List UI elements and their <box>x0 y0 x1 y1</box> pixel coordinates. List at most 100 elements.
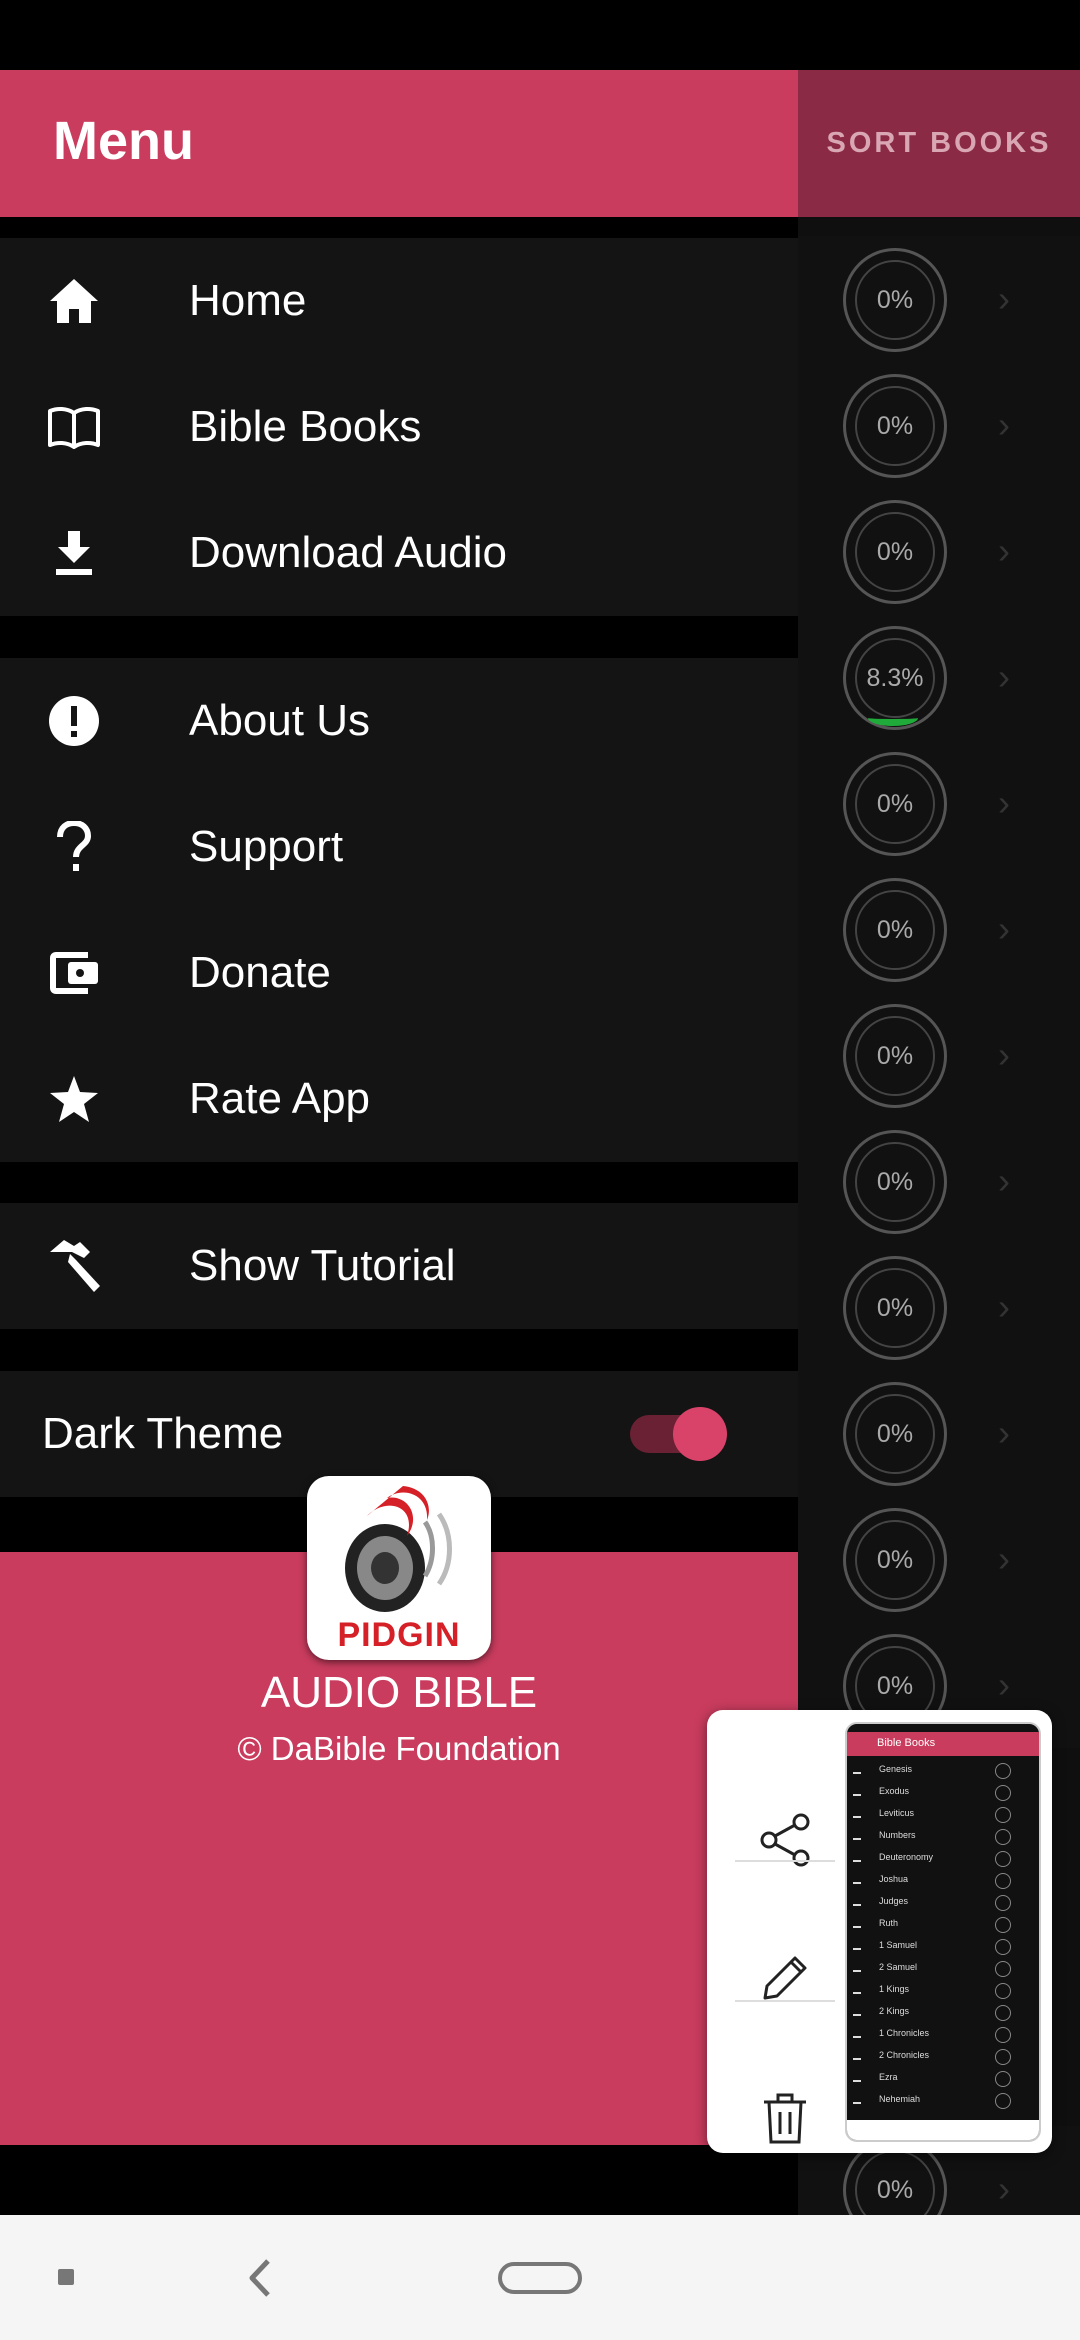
thumbnail-book-name: Numbers <box>879 1830 916 1840</box>
progress-ring: 0% <box>843 878 947 982</box>
share-button[interactable] <box>735 1792 835 1892</box>
logo-text: PIDGIN <box>337 1616 461 1654</box>
thumbnail-book-name: 2 Kings <box>879 2006 910 2016</box>
edit-button[interactable] <box>735 1930 835 2030</box>
menu-item-label: Bible Books <box>189 402 422 451</box>
thumbnail-row: 2 Samuel <box>847 1958 1039 1980</box>
thumbnail-row: Numbers <box>847 1826 1039 1848</box>
home-button[interactable] <box>498 2262 582 2294</box>
book-row[interactable]: 0% › <box>798 866 1080 992</box>
thumbnail-row: 2 Kings <box>847 2002 1039 2024</box>
progress-label: 0% <box>855 386 935 466</box>
divider <box>735 1860 835 1862</box>
menu-group-tutorial: Show Tutorial <box>0 1203 798 1329</box>
back-icon <box>249 2259 270 2297</box>
progress-label: 0% <box>855 890 935 970</box>
chevron-right-icon: › <box>998 1034 1010 1075</box>
book-row[interactable]: 0% › <box>798 1370 1080 1496</box>
menu-item-donate[interactable]: Donate <box>0 910 798 1036</box>
book-row[interactable]: 0% › <box>798 740 1080 866</box>
progress-label: 0% <box>855 1142 935 1222</box>
book-open-icon <box>44 397 104 457</box>
progress-ring: 0% <box>843 1256 947 1360</box>
delete-button[interactable] <box>735 2070 835 2170</box>
menu-item-label: Rate App <box>189 1074 371 1123</box>
menu-item-download-audio[interactable]: Download Audio <box>0 490 798 616</box>
menu-item-bible-books[interactable]: Bible Books <box>0 364 798 490</box>
thumbnail-book-name: Ezra <box>879 2072 898 2082</box>
menu-item-about-us[interactable]: About Us <box>0 658 798 784</box>
menu-item-label: Home <box>189 276 307 325</box>
menu-item-support[interactable]: Support <box>0 784 798 910</box>
chevron-right-icon: › <box>998 908 1010 949</box>
progress-label: 0% <box>855 1016 935 1096</box>
progress-arc <box>868 710 918 726</box>
home-icon <box>44 271 104 331</box>
thumbnail-row: Nehemiah <box>847 2090 1039 2112</box>
chevron-right-icon: › <box>998 2168 1010 2209</box>
thumbnail-app-bar: Bible Books <box>847 1732 1039 1756</box>
book-row[interactable]: 0% › <box>798 1244 1080 1370</box>
download-icon <box>44 523 104 583</box>
recents-button[interactable] <box>58 2269 74 2285</box>
menu-item-label: About Us <box>189 696 370 745</box>
screenshot-thumbnail[interactable]: Bible Books Genesis Exodus Leviticus Num… <box>845 1722 1041 2142</box>
thumbnail-book-name: Joshua <box>879 1874 909 1884</box>
menu-item-rate-app[interactable]: Rate App <box>0 1036 798 1162</box>
thumbnail-row: 1 Kings <box>847 1980 1039 2002</box>
chevron-right-icon: › <box>998 1538 1010 1579</box>
progress-label: 0% <box>855 260 935 340</box>
progress-label: 0% <box>855 1520 935 1600</box>
thumbnail-row: Leviticus <box>847 1804 1039 1826</box>
book-row[interactable]: 0% › <box>798 992 1080 1118</box>
chevron-right-icon: › <box>998 530 1010 571</box>
thumbnail-row: Exodus <box>847 1782 1039 1804</box>
thumbnail-book-name: 2 Samuel <box>879 1962 918 1972</box>
book-row[interactable]: 0% › <box>798 236 1080 362</box>
menu-item-home[interactable]: Home <box>0 238 798 364</box>
book-row[interactable]: 0% › <box>798 488 1080 614</box>
menu-group-main: Home Bible Books Download Audio <box>0 238 798 616</box>
thumbnail-book-name: Ruth <box>879 1918 899 1928</box>
dark-theme-label: Dark Theme <box>42 1409 284 1458</box>
menu-title: Menu <box>53 111 194 171</box>
menu-item-label: Support <box>189 822 344 871</box>
chevron-right-icon: › <box>998 278 1010 319</box>
book-row[interactable]: 8.3% › <box>798 614 1080 740</box>
thumbnail-book-name: Deuteronomy <box>879 1852 934 1862</box>
progress-ring: 0% <box>843 374 947 478</box>
thumbnail-book-name: 1 Chronicles <box>879 2028 930 2038</box>
dark-theme-toggle-knob[interactable] <box>673 1407 727 1461</box>
thumbnail-book-name: Nehemiah <box>879 2094 921 2104</box>
progress-label: 0% <box>855 512 935 592</box>
menu-item-label: Download Audio <box>189 528 508 577</box>
question-icon <box>44 817 104 877</box>
menu-group-info: About Us Support Donate Rate App <box>0 658 798 1162</box>
progress-ring: 0% <box>843 1004 947 1108</box>
thumbnail-row: Deuteronomy <box>847 1848 1039 1870</box>
progress-label: 8.3% <box>855 638 935 718</box>
progress-ring: 0% <box>843 1130 947 1234</box>
progress-label: 0% <box>855 1268 935 1348</box>
sort-books-button[interactable]: SORT BOOKS <box>798 70 1080 217</box>
chevron-right-icon: › <box>998 1286 1010 1327</box>
thumbnail-book-name: Exodus <box>879 1786 910 1796</box>
app-name: AUDIO BIBLE <box>260 1668 538 1717</box>
app-logo: PIDGIN <box>307 1476 491 1660</box>
menu-item-show-tutorial[interactable]: Show Tutorial <box>0 1203 798 1329</box>
hammer-icon <box>44 1236 104 1296</box>
info-exclamation-icon <box>44 691 104 751</box>
progress-ring: 0% <box>843 500 947 604</box>
wallet-icon <box>44 943 104 1003</box>
book-row[interactable]: 0% › <box>798 1496 1080 1622</box>
back-button[interactable] <box>236 2253 286 2303</box>
progress-ring: 0% <box>843 1382 947 1486</box>
thumbnail-book-name: 2 Chronicles <box>879 2050 930 2060</box>
thumbnail-row: Genesis <box>847 1760 1039 1782</box>
chevron-right-icon: › <box>998 782 1010 823</box>
menu-item-label: Donate <box>189 948 331 997</box>
chevron-right-icon: › <box>998 1664 1010 1705</box>
book-row[interactable]: 0% › <box>798 362 1080 488</box>
delete-icon <box>760 2090 810 2151</box>
book-row[interactable]: 0% › <box>798 1118 1080 1244</box>
